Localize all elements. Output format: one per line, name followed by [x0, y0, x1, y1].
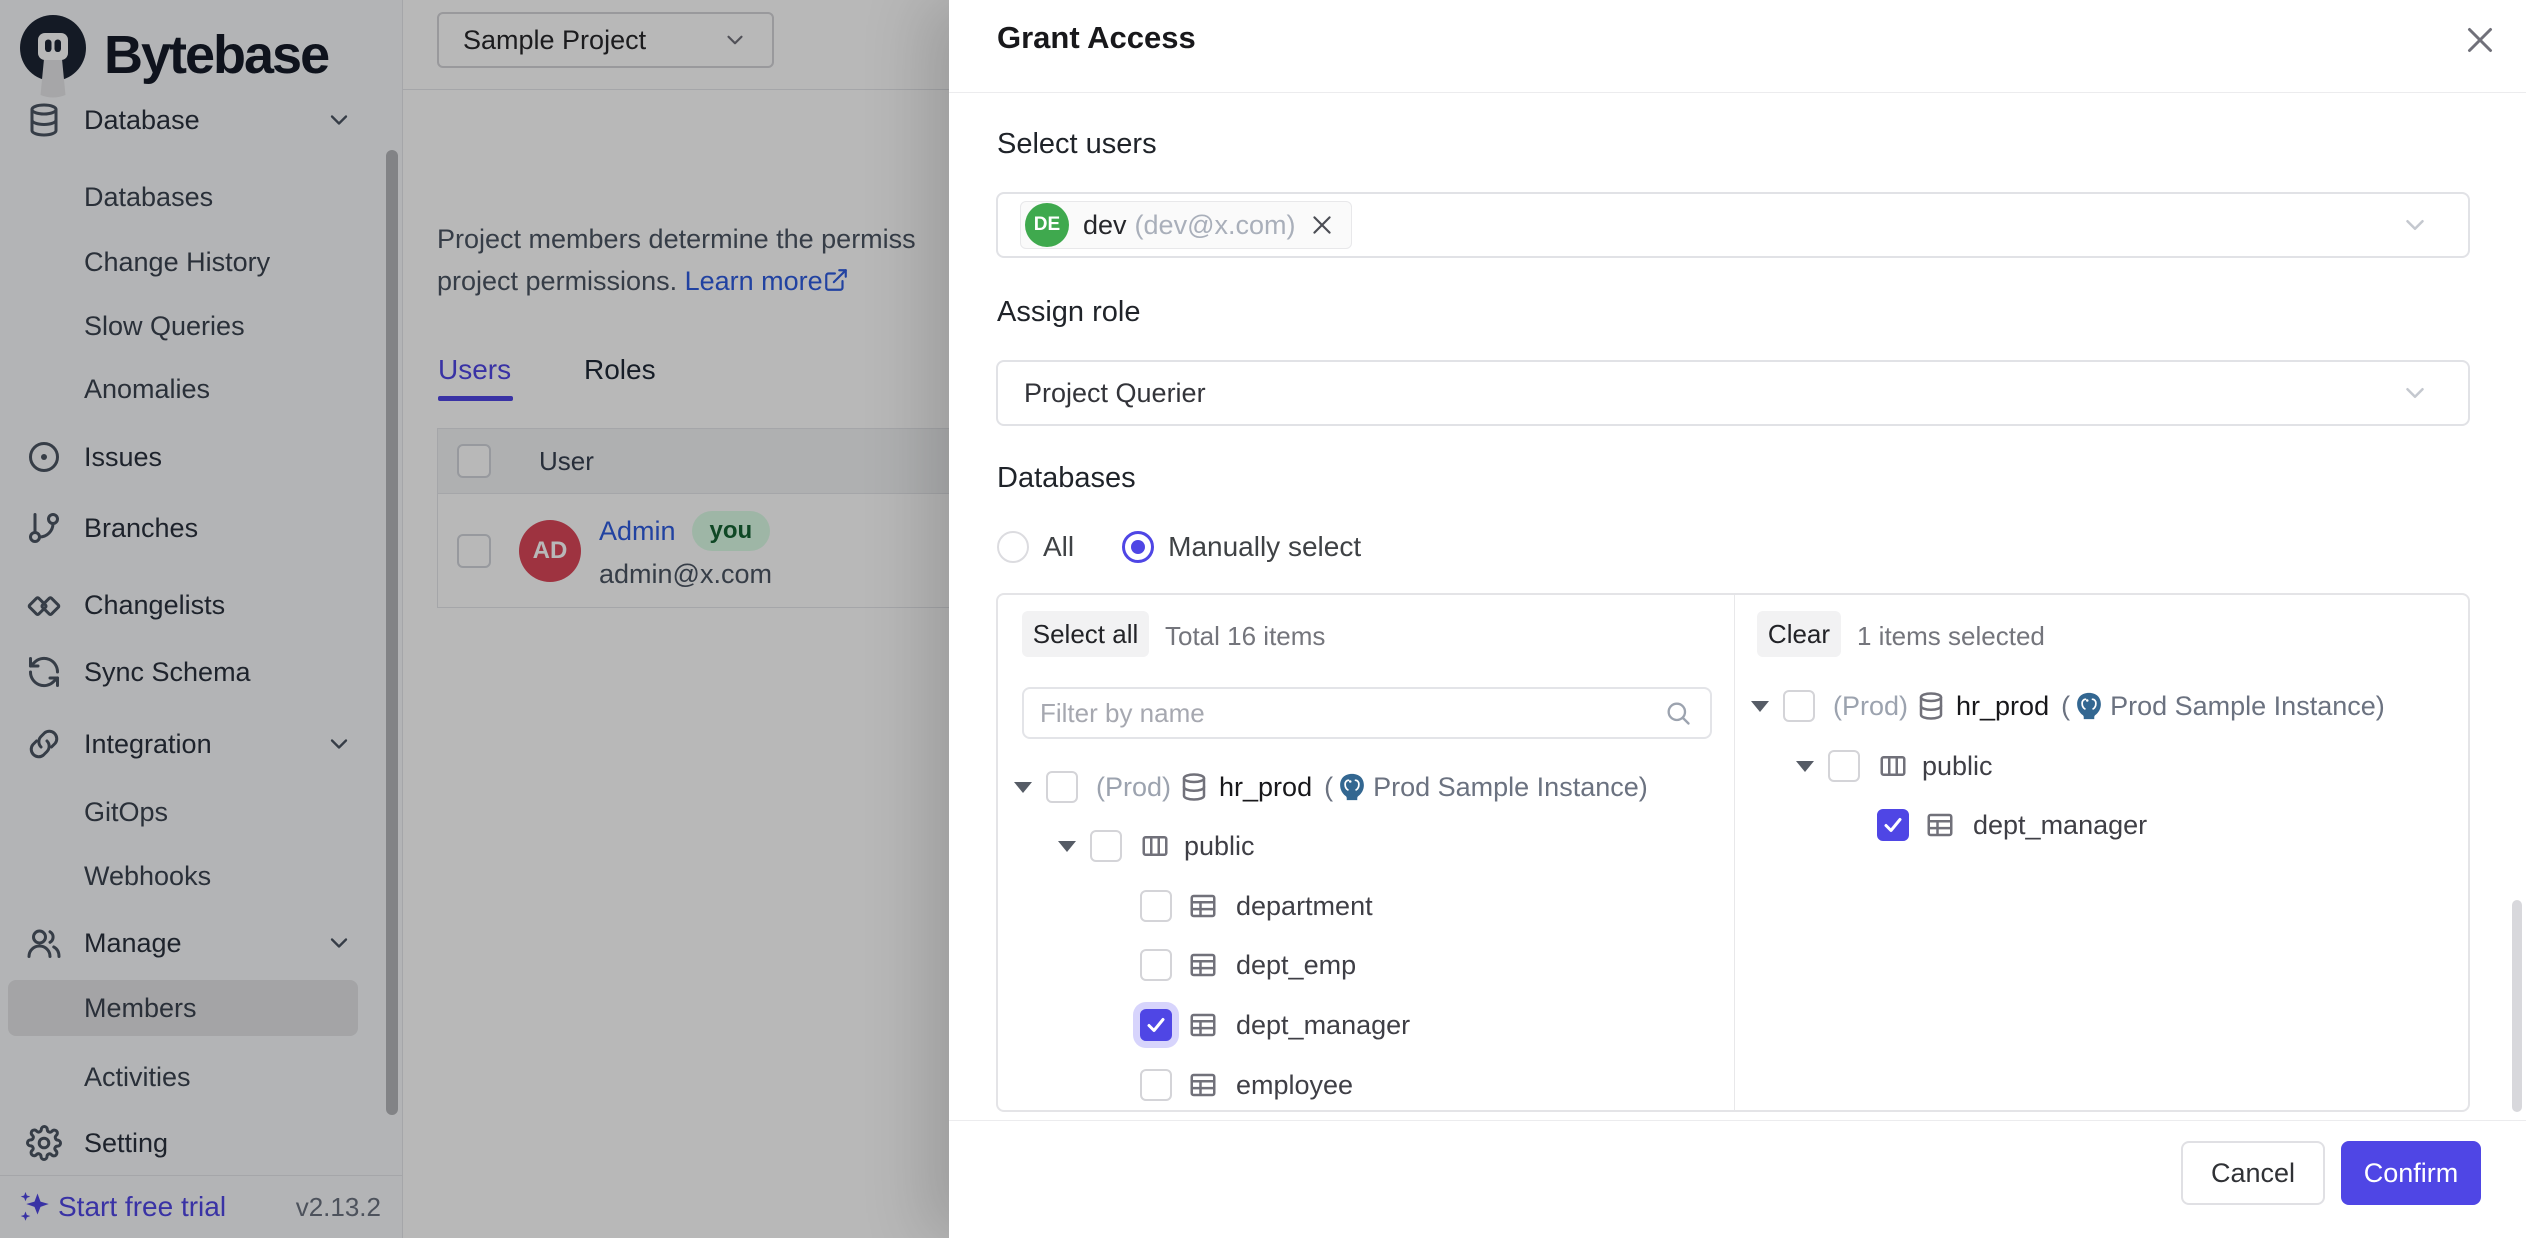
app: Bytebase Database Databases Change Histo… [0, 0, 2526, 1238]
radio-manual-label: Manually select [1168, 531, 1361, 563]
caret-down-icon[interactable] [1796, 761, 1814, 772]
table-name: dept_manager [1236, 1010, 1410, 1041]
tree-row-schema: public [1058, 817, 1255, 875]
source-panel: Select all Total 16 items (Prod) hr_prod… [998, 595, 1734, 1110]
modal-scrollbar[interactable] [2512, 900, 2522, 1112]
tree-row-schema: public [1796, 737, 1993, 795]
instance-name: Prod Sample Instance) [2110, 691, 2385, 722]
confirm-button[interactable]: Confirm [2341, 1141, 2481, 1205]
table-checkbox-checked[interactable] [1140, 1009, 1172, 1041]
schema-name: public [1922, 751, 1993, 782]
tree-row-table: department [1140, 877, 1373, 935]
schema-icon [1878, 751, 1908, 781]
table-checkbox[interactable] [1140, 1069, 1172, 1101]
table-name: employee [1236, 1070, 1353, 1101]
filter-input-wrapper [1022, 687, 1712, 739]
schema-name: public [1184, 831, 1255, 862]
table-checkbox[interactable] [1140, 890, 1172, 922]
database-name: hr_prod [1219, 772, 1312, 803]
remove-user-icon[interactable] [1309, 212, 1335, 238]
select-users-label: Select users [997, 128, 1157, 161]
chip-user-email: (dev@x.com) [1135, 210, 1296, 241]
clear-button[interactable]: Clear [1757, 611, 1841, 657]
caret-down-icon[interactable] [1014, 782, 1032, 793]
database-icon [1916, 691, 1946, 721]
table-icon [1188, 1070, 1218, 1100]
database-scope-radios: All Manually select [997, 531, 1361, 563]
modal-title: Grant Access [997, 16, 1196, 60]
database-icon [1179, 772, 1209, 802]
search-icon [1664, 699, 1692, 727]
table-icon [1188, 950, 1218, 980]
chevron-down-icon [2400, 210, 2430, 240]
environment-label: (Prod) [1096, 772, 1171, 803]
total-items-label: Total 16 items [1165, 621, 1325, 652]
table-checkbox[interactable] [1140, 949, 1172, 981]
instance-checkbox[interactable] [1046, 771, 1078, 803]
table-icon [1188, 891, 1218, 921]
table-icon [1188, 1010, 1218, 1040]
selected-count-label: 1 items selected [1857, 621, 2045, 652]
instance-name: Prod Sample Instance) [1373, 772, 1648, 803]
chip-user-name: dev [1083, 210, 1127, 241]
table-name: dept_emp [1236, 950, 1356, 981]
modal-header-divider [949, 92, 2526, 93]
modal-footer: Cancel Confirm [949, 1120, 2526, 1238]
schema-checkbox[interactable] [1090, 830, 1122, 862]
radio-manually-select[interactable] [1122, 531, 1154, 563]
open-paren: ( [2061, 691, 2070, 722]
database-name: hr_prod [1956, 691, 2049, 722]
modal-overlay [0, 0, 949, 1238]
radio-all[interactable] [997, 531, 1029, 563]
tree-row-instance: (Prod) hr_prod ( Prod Sample Instance) [1014, 758, 1648, 816]
tree-row-table: dept_manager [1140, 996, 1410, 1054]
select-users-input[interactable]: DE dev (dev@x.com) [996, 192, 2470, 258]
radio-all-label: All [1043, 531, 1074, 563]
database-transfer-panels: Select all Total 16 items (Prod) hr_prod… [996, 593, 2470, 1112]
caret-down-icon[interactable] [1058, 841, 1076, 852]
schema-checkbox[interactable] [1828, 750, 1860, 782]
selected-panel: Clear 1 items selected (Prod) hr_prod ( … [1734, 595, 2470, 1110]
user-chip: DE dev (dev@x.com) [1020, 201, 1352, 249]
filter-input[interactable] [1040, 698, 1630, 729]
table-checkbox-checked[interactable] [1877, 809, 1909, 841]
instance-checkbox[interactable] [1783, 690, 1815, 722]
chevron-down-icon [2400, 378, 2430, 408]
table-name: department [1236, 891, 1373, 922]
environment-label: (Prod) [1833, 691, 1908, 722]
open-paren: ( [1324, 772, 1333, 803]
tree-row-table: employee [1140, 1056, 1353, 1112]
avatar: DE [1025, 203, 1069, 247]
table-name: dept_manager [1973, 810, 2147, 841]
grant-access-modal: Grant Access Select users DE dev (dev@x.… [949, 0, 2526, 1238]
schema-icon [1140, 831, 1170, 861]
tree-row-table: dept_emp [1140, 936, 1356, 994]
close-icon[interactable] [2462, 22, 2498, 58]
tree-row-table: dept_manager [1877, 796, 2147, 854]
postgresql-icon [2074, 691, 2104, 721]
select-all-button[interactable]: Select all [1022, 611, 1149, 657]
table-icon [1925, 810, 1955, 840]
databases-label: Databases [997, 462, 1136, 495]
caret-down-icon[interactable] [1751, 701, 1769, 712]
assign-role-label: Assign role [997, 296, 1140, 329]
tree-row-instance: (Prod) hr_prod ( Prod Sample Instance) [1751, 677, 2385, 735]
cancel-button[interactable]: Cancel [2181, 1141, 2325, 1205]
assign-role-value: Project Querier [1024, 378, 1206, 409]
postgresql-icon [1337, 772, 1367, 802]
assign-role-select[interactable]: Project Querier [996, 360, 2470, 426]
